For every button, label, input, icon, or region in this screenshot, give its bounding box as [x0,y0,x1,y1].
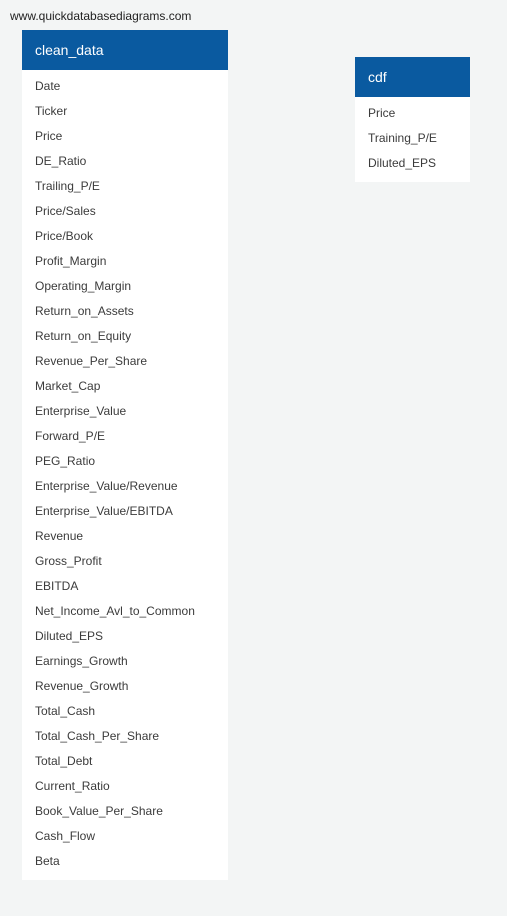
table-field[interactable]: Revenue [22,524,228,549]
table-field[interactable]: Trailing_P/E [22,174,228,199]
table-field[interactable]: Gross_Profit [22,549,228,574]
table-field[interactable]: Total_Cash [22,699,228,724]
field-list: Price Training_P/E Diluted_EPS [355,97,470,182]
table-field[interactable]: PEG_Ratio [22,449,228,474]
table-field[interactable]: Revenue_Per_Share [22,349,228,374]
table-field[interactable]: Revenue_Growth [22,674,228,699]
table-field[interactable]: Current_Ratio [22,774,228,799]
table-field[interactable]: Diluted_EPS [22,624,228,649]
table-field[interactable]: Return_on_Equity [22,324,228,349]
table-field[interactable]: Operating_Margin [22,274,228,299]
table-field[interactable]: Book_Value_Per_Share [22,799,228,824]
table-clean-data[interactable]: clean_data Date Ticker Price DE_Ratio Traili… [22,30,228,880]
table-field[interactable]: Price/Book [22,224,228,249]
table-field[interactable]: Return_on_Assets [22,299,228,324]
table-header[interactable]: clean_data [22,30,228,70]
table-field[interactable]: Beta [22,849,228,874]
table-field[interactable]: Price [355,101,470,126]
table-field[interactable]: Forward_P/E [22,424,228,449]
table-field[interactable]: Net_Income_Avl_to_Common [22,599,228,624]
table-field[interactable]: Diluted_EPS [355,151,470,176]
table-field[interactable]: EBITDA [22,574,228,599]
table-field[interactable]: Total_Debt [22,749,228,774]
table-field[interactable]: Profit_Margin [22,249,228,274]
table-field[interactable]: DE_Ratio [22,149,228,174]
field-list: Date Ticker Price DE_Ratio Trailing_P/E Price… [22,70,228,880]
table-field[interactable]: Market_Cap [22,374,228,399]
table-field[interactable]: Enterprise_Value/Revenue [22,474,228,499]
table-header[interactable]: cdf [355,57,470,97]
table-field[interactable]: Price [22,124,228,149]
table-field[interactable]: Enterprise_Value [22,399,228,424]
table-field[interactable]: Ticker [22,99,228,124]
table-cdf[interactable]: cdf Price Training_P/E Diluted_EPS [355,57,470,182]
table-field[interactable]: Earnings_Growth [22,649,228,674]
table-field[interactable]: Price/Sales [22,199,228,224]
table-field[interactable]: Date [22,74,228,99]
watermark-text: www.quickdatabasediagrams.com [10,9,192,23]
table-field[interactable]: Total_Cash_Per_Share [22,724,228,749]
table-field[interactable]: Cash_Flow [22,824,228,849]
table-field[interactable]: Training_P/E [355,126,470,151]
table-field[interactable]: Enterprise_Value/EBITDA [22,499,228,524]
